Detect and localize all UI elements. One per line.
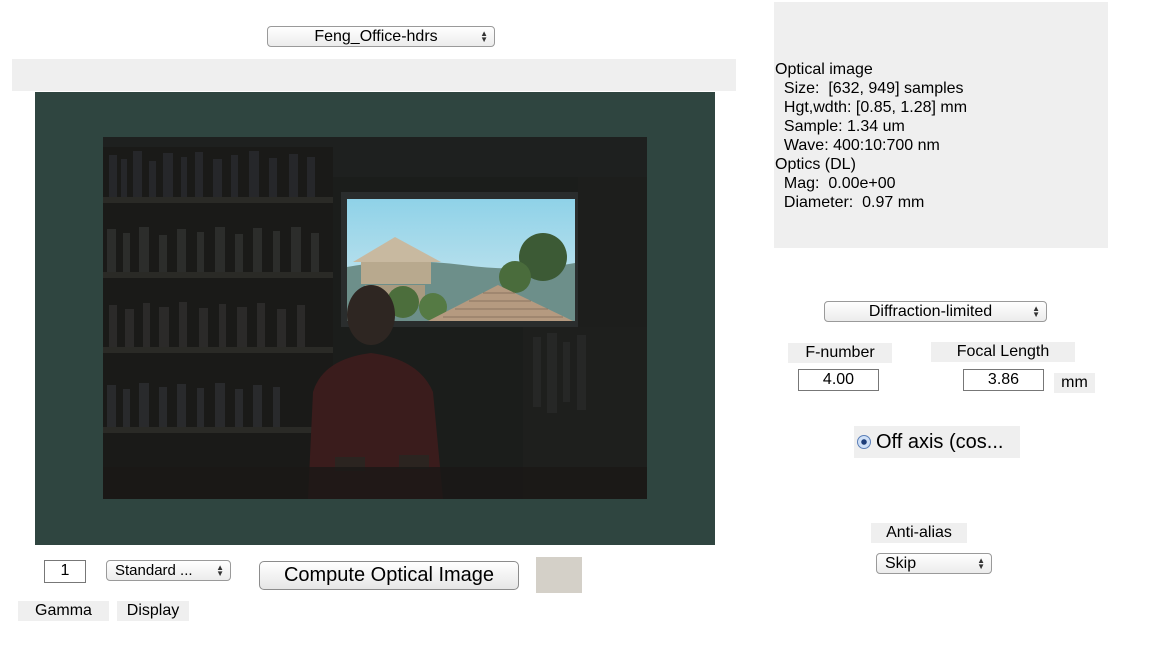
off-axis-label: Off axis (cos... <box>876 430 1004 453</box>
focal-length-unit: mm <box>1054 373 1095 393</box>
message-bar <box>12 59 736 91</box>
select-arrows-icon: ▲ ▼ <box>1032 303 1040 319</box>
select-arrows-icon: ▲ ▼ <box>977 555 985 571</box>
off-axis-radio[interactable]: Off axis (cos... <box>854 426 1020 458</box>
display-select[interactable]: Standard ... ▲ ▼ <box>106 560 231 581</box>
info-line: Sample: 1.34 um <box>775 118 905 135</box>
optics-model-value: Diffraction-limited <box>868 302 993 320</box>
focal-length-input[interactable]: 3.86 <box>963 369 1044 391</box>
select-arrows-icon: ▲ ▼ <box>216 562 224 578</box>
info-line: Optical image <box>775 61 873 78</box>
select-arrows-icon: ▲ ▼ <box>480 28 488 44</box>
scene-select-value: Feng_Office-hdrs <box>314 27 438 45</box>
info-line: Optics (DL) <box>775 156 856 173</box>
optical-image <box>103 137 647 499</box>
color-swatch <box>536 557 582 593</box>
gamma-label: Gamma <box>18 601 109 621</box>
info-line: Hgt,wdth: [0.85, 1.28] mm <box>775 99 968 116</box>
info-line: Wave: 400:10:700 nm <box>775 137 940 154</box>
focal-length-label: Focal Length <box>931 342 1075 362</box>
info-line: Diameter: 0.97 mm <box>775 194 925 211</box>
optical-image-axes[interactable] <box>35 92 715 545</box>
anti-alias-value: Skip <box>885 554 917 572</box>
display-select-value: Standard ... <box>115 562 193 579</box>
fnumber-label: F-number <box>788 343 892 363</box>
optics-model-select[interactable]: Diffraction-limited ▲ ▼ <box>824 301 1047 322</box>
info-panel: Optical image Size: [632, 949] samples H… <box>774 2 1108 248</box>
anti-alias-label: Anti-alias <box>871 523 967 543</box>
gamma-input[interactable]: 1 <box>44 560 86 583</box>
compute-optical-image-button[interactable]: Compute Optical Image <box>259 561 519 590</box>
anti-alias-select[interactable]: Skip ▲ ▼ <box>876 553 992 574</box>
info-line: Mag: 0.00e+00 <box>775 175 896 192</box>
scene-select[interactable]: Feng_Office-hdrs ▲ ▼ <box>267 26 495 47</box>
radio-checked-icon <box>857 435 871 449</box>
fnumber-input[interactable]: 4.00 <box>798 369 879 391</box>
info-line: Size: [632, 949] samples <box>775 80 964 97</box>
display-label: Display <box>117 601 189 621</box>
